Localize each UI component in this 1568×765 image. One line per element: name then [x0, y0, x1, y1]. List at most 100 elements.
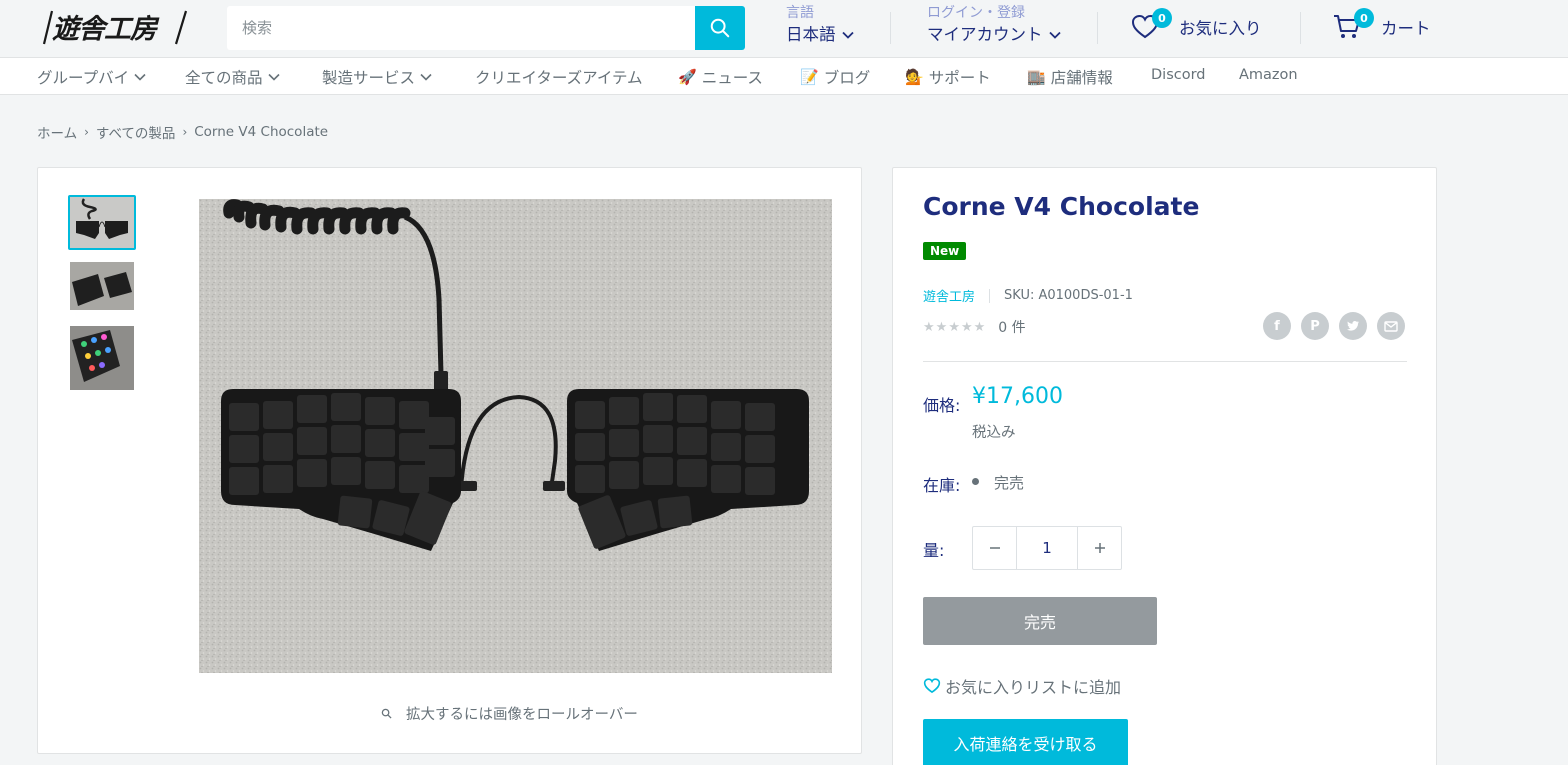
wishlist-label: お気に入り — [1179, 19, 1262, 38]
product-price: ¥17,600 — [972, 384, 1063, 409]
star-icon: ★ — [935, 319, 948, 335]
section-divider — [923, 361, 1407, 362]
breadcrumb: ホーム › すべての製品 › Corne V4 Chocolate — [37, 122, 328, 142]
account-menu[interactable]: ログイン・登録 マイアカウント — [927, 4, 1061, 48]
stock-value: 完売 — [994, 474, 1025, 492]
chevron-right-icon: › — [84, 125, 89, 139]
nav-item-creators[interactable]: クリエイターズアイテム — [475, 66, 643, 88]
quantity-increase-button[interactable] — [1078, 527, 1121, 569]
wishlist-link-text: お気に入りリストに追加 — [945, 678, 1122, 697]
svg-text:遊舎工房: 遊舎工房 — [52, 14, 160, 45]
account-caption: ログイン・登録 — [927, 5, 1025, 21]
header-divider — [1097, 12, 1098, 44]
zoom-hint: 拡大するには画像をロールオーバー — [381, 703, 638, 724]
quantity-stepper — [972, 526, 1122, 570]
tax-note: 税込み — [972, 425, 1016, 441]
breadcrumb-home[interactable]: ホーム — [37, 122, 77, 142]
gallery-thumbnail[interactable] — [68, 260, 136, 312]
star-icon: ★ — [973, 319, 986, 335]
store-logo[interactable]: 遊舎工房 — [38, 8, 188, 46]
sold-out-button[interactable]: 完売 — [923, 597, 1157, 645]
store-icon: 🏬 — [1027, 68, 1046, 86]
star-icon: ★ — [923, 319, 935, 335]
quantity-decrease-button[interactable] — [973, 527, 1016, 569]
site-header: 遊舎工房 言語 日本語 ログイン・登録 マイアカウント 0 お気に入り 0 カー… — [0, 0, 1568, 57]
pinterest-icon[interactable]: P — [1301, 312, 1329, 340]
breadcrumb-current: Corne V4 Chocolate — [194, 124, 329, 140]
nav-item-label: 全ての商品 — [185, 69, 263, 87]
nav-item-label: グループバイ — [37, 69, 130, 87]
nav-item-label: ニュース — [701, 69, 763, 87]
header-divider — [1300, 12, 1301, 44]
search-icon — [381, 708, 392, 719]
nav-item-all-products[interactable]: 全ての商品 — [185, 66, 280, 88]
notify-restock-button[interactable]: 入荷連絡を受け取る — [923, 719, 1128, 765]
search-button[interactable] — [695, 6, 745, 50]
search-box — [227, 6, 745, 50]
rating-count: 0 件 — [998, 320, 1026, 336]
account-value: マイアカウント — [927, 25, 1043, 44]
chevron-right-icon: › — [182, 125, 188, 139]
meta-divider — [989, 288, 991, 303]
quantity-input[interactable] — [1016, 527, 1078, 569]
stock-status-dot — [972, 478, 979, 485]
chevron-down-icon — [841, 31, 854, 39]
cart-count-badge: 0 — [1354, 8, 1374, 28]
nav-item-amazon[interactable]: Amazon — [1239, 67, 1298, 83]
twitter-icon[interactable] — [1339, 312, 1367, 340]
language-caption: 言語 — [786, 5, 814, 21]
cart-link[interactable]: 0 カート — [1333, 8, 1431, 40]
language-selector[interactable]: 言語 日本語 — [786, 4, 854, 48]
wishlist-count-badge: 0 — [1152, 8, 1172, 28]
product-title: Corne V4 Chocolate — [923, 192, 1200, 221]
product-sku: SKU: A0100DS-01-1 — [1004, 288, 1133, 303]
vendor-link[interactable]: 遊舎工房 — [923, 286, 975, 305]
wishlist-link[interactable]: 0 お気に入り — [1131, 8, 1262, 40]
product-main-image[interactable] — [199, 199, 832, 673]
language-value: 日本語 — [786, 25, 836, 44]
cart-label: カート — [1381, 19, 1431, 38]
facebook-icon[interactable]: f — [1263, 312, 1291, 340]
email-icon[interactable] — [1377, 312, 1405, 340]
nav-item-blog[interactable]: 📝 ブログ — [800, 66, 870, 88]
nav-item-support[interactable]: 💁 サポート — [905, 66, 991, 88]
minus-icon — [989, 547, 1000, 549]
nav-item-label: ブログ — [823, 69, 871, 87]
nav-item-store-info[interactable]: 🏬 店舗情報 — [1027, 66, 1113, 88]
chevron-down-icon — [420, 73, 432, 81]
product-info-card: Corne V4 Chocolate New 遊舎工房 SKU: A0100DS… — [892, 167, 1437, 765]
quantity-label: 量: — [923, 541, 945, 560]
header-divider — [890, 12, 891, 44]
nav-item-group-buy[interactable]: グループバイ — [37, 66, 146, 88]
nav-item-discord[interactable]: Discord — [1151, 67, 1206, 83]
nav-item-label: Discord — [1151, 67, 1206, 83]
rating-summary[interactable]: ★ ★ ★ ★ ★ 0 件 — [923, 317, 1026, 337]
gallery-thumbnail[interactable] — [68, 324, 136, 392]
zoom-hint-text: 拡大するには画像をロールオーバー — [406, 707, 638, 723]
price-label: 価格: — [923, 396, 961, 415]
nav-item-label: 製造サービス — [322, 69, 416, 87]
new-badge: New — [923, 242, 967, 260]
add-to-wishlist-link[interactable]: お気に入りリストに追加 — [923, 674, 1121, 698]
product-meta: 遊舎工房 SKU: A0100DS-01-1 — [923, 286, 1133, 305]
plus-icon — [1094, 543, 1105, 553]
memo-icon: 📝 — [800, 68, 819, 86]
gallery-thumbnail[interactable] — [68, 195, 136, 250]
search-input[interactable] — [227, 6, 695, 50]
stock-label: 在庫: — [923, 476, 961, 495]
nav-item-manufacturing[interactable]: 製造サービス — [322, 66, 432, 88]
product-gallery: 拡大するには画像をロールオーバー — [37, 167, 862, 754]
breadcrumb-collection[interactable]: すべての製品 — [96, 122, 176, 142]
nav-item-label: 店舗情報 — [1050, 69, 1113, 87]
support-person-icon: 💁 — [905, 68, 924, 86]
star-icon: ★ — [960, 319, 973, 335]
nav-item-news[interactable]: 🚀 ニュース — [678, 66, 763, 88]
star-icon: ★ — [948, 319, 960, 335]
heart-icon — [923, 678, 941, 694]
chevron-down-icon — [134, 73, 146, 81]
nav-item-label: Amazon — [1239, 67, 1298, 83]
nav-item-label: クリエイターズアイテム — [475, 69, 643, 87]
rocket-icon: 🚀 — [678, 68, 697, 86]
chevron-down-icon — [267, 73, 280, 81]
nav-item-label: サポート — [928, 69, 991, 87]
